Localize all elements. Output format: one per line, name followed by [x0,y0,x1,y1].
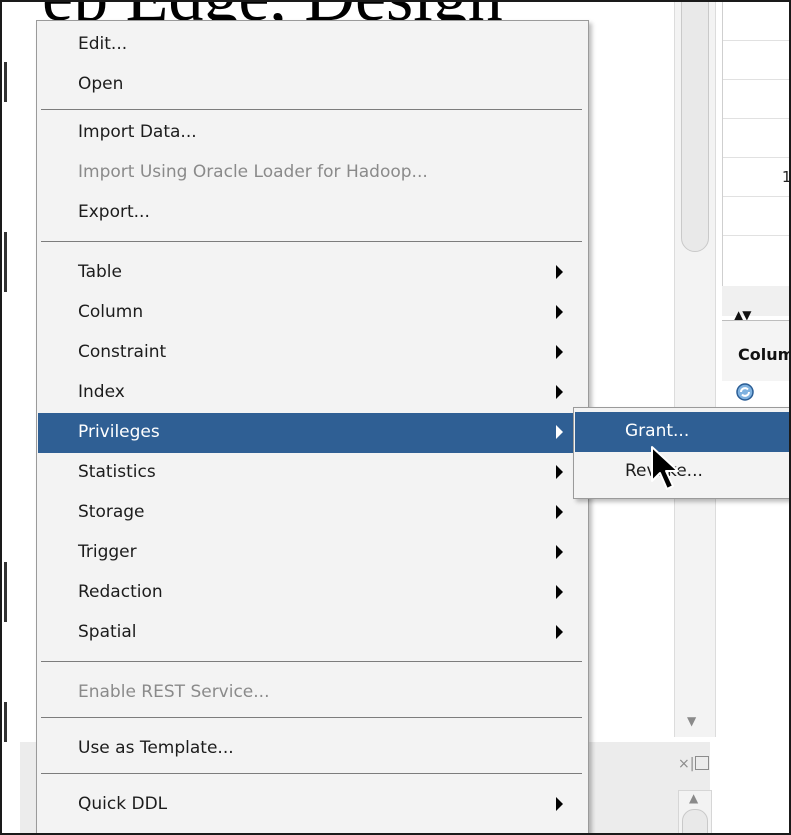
gutter-mark [4,702,7,742]
menu-item-spatial[interactable]: Spatial [38,613,587,653]
menu-item-index[interactable]: Index [38,373,587,413]
menu-separator [41,241,582,242]
menu-item-enable-rest-service: Enable REST Service... [38,673,587,713]
menu-item-storage[interactable]: Storage [38,493,587,533]
application-window: ep Edge, Design ▼ 6 7 8 9 10 1 ▲▼ Colum … [0,0,791,835]
context-menu: Edit... Open Import Data... Import Using… [36,20,589,833]
mouse-pointer-icon [651,446,679,490]
grid-empty-area [722,286,789,316]
menu-item-use-as-template[interactable]: Use as Template... [38,729,587,769]
gutter-mark [4,62,7,102]
menu-separator [41,661,582,662]
grid-row[interactable]: 6 [723,2,789,41]
menu-item-label: Quick DDL [78,794,168,814]
menu-item-label: Spatial [78,622,137,642]
menu-item-label: Table [78,262,122,282]
menu-item-label: Open [78,74,124,94]
scrollbar-thumb[interactable] [681,2,709,252]
left-gutter [2,2,20,833]
menu-item-label: Index [78,382,125,402]
menu-item-label: Enable REST Service... [78,682,270,702]
menu-item-open[interactable]: Open [38,65,587,105]
submenu-arrow-icon [556,625,563,639]
submenu-arrow-icon [556,465,563,479]
menu-item-label: Import Data... [78,122,197,142]
menu-item-constraint[interactable]: Constraint [38,333,587,373]
grid-row[interactable]: 1 [723,197,789,236]
menu-item-label: Export... [78,202,150,222]
menu-item-label: Edit... [78,34,128,54]
submenu-arrow-icon [556,545,563,559]
menu-separator [41,773,582,774]
submenu-arrow-icon [556,585,563,599]
menu-item-import-oracle-loader: Import Using Oracle Loader for Hadoop... [38,153,587,193]
bottom-scrollbar[interactable]: ▲ [678,790,712,833]
columns-tab[interactable]: Colum [722,320,791,381]
scroll-down-arrow-icon[interactable]: ▼ [687,714,696,728]
menu-item-statistics[interactable]: Statistics [38,453,587,493]
menu-separator [41,717,582,718]
menu-item-label: Trigger [78,542,137,562]
grid-row[interactable]: 9 [723,119,789,158]
columns-tab-label: Colum [738,345,791,364]
editor-vertical-scrollbar[interactable]: ▼ [674,2,716,737]
menu-item-label: Storage [78,502,145,522]
menu-item-label: Column [78,302,144,322]
menu-item-quick-ddl[interactable]: Quick DDL [38,785,587,825]
data-grid: 6 7 8 9 10 1 [722,2,791,286]
panel-minimize-icon[interactable] [695,756,709,770]
menu-item-label: Redaction [78,582,163,602]
menu-item-label: Constraint [78,342,167,362]
grid-cell: 10 [781,168,791,186]
submenu-arrow-icon [556,505,563,519]
menu-item-label: Import Using Oracle Loader for Hadoop... [78,162,428,182]
submenu-arrow-icon [556,265,563,279]
submenu-arrow-icon [556,385,563,399]
menu-item-label: Statistics [78,462,156,482]
menu-item-label: Privileges [78,422,160,442]
submenu-arrow-icon [556,305,563,319]
grid-row[interactable]: 8 [723,80,789,119]
menu-item-table[interactable]: Table [38,253,587,293]
submenu-arrow-icon [556,797,563,811]
scrollbar-thumb[interactable] [682,809,708,833]
menu-item-label: Use as Template... [78,738,234,758]
submenu-arrow-icon [556,425,563,439]
grid-row[interactable]: 10 [723,158,791,197]
scroll-up-arrow-icon[interactable]: ▲ [689,791,698,805]
gutter-mark [4,232,7,292]
menu-item-trigger[interactable]: Trigger [38,533,587,573]
menu-separator [41,109,582,110]
menu-item-label: Grant... [625,421,690,441]
panel-close-icon[interactable]: ×| [678,756,694,772]
grid-row[interactable]: 7 [723,41,789,80]
menu-item-privileges[interactable]: Privileges [38,413,587,453]
gutter-mark [4,562,7,622]
menu-item-edit[interactable]: Edit... [38,25,587,65]
menu-item-import-data[interactable]: Import Data... [38,113,587,153]
refresh-icon[interactable] [735,382,755,402]
menu-item-redaction[interactable]: Redaction [38,573,587,613]
submenu-arrow-icon [556,345,563,359]
menu-item-export[interactable]: Export... [38,193,587,233]
menu-item-column[interactable]: Column [38,293,587,333]
